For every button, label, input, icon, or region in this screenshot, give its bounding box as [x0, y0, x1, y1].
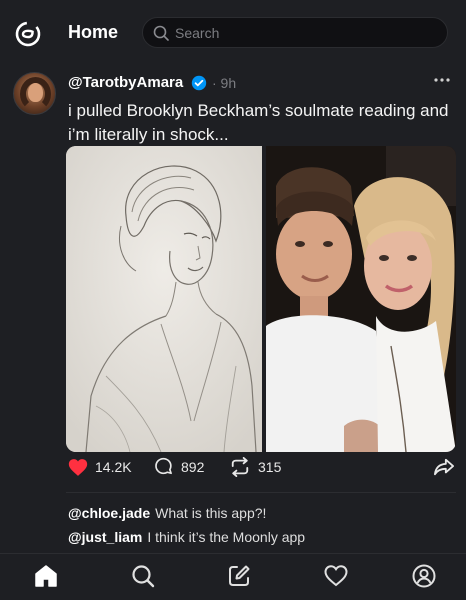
like-button[interactable]: 14.2K [68, 455, 132, 479]
heart-filled-icon [68, 458, 88, 476]
search-icon [153, 25, 169, 41]
comment-text: I think it’s the Moonly app [147, 529, 306, 545]
compose-icon[interactable] [226, 563, 252, 589]
avatar[interactable] [13, 72, 56, 115]
search-input[interactable] [175, 18, 435, 47]
comment-text: What is this app?! [155, 505, 267, 521]
post-image-sketch[interactable] [66, 146, 262, 452]
verified-badge-icon [191, 75, 207, 96]
search-icon[interactable] [130, 563, 156, 589]
post-time: · 9h [212, 75, 237, 91]
post-actions: 14.2K 892 315 [0, 455, 466, 481]
like-count: 14.2K [95, 459, 132, 475]
navbar-divider [0, 553, 466, 554]
post-text: i pulled Brooklyn Beckham’s soulmate rea… [68, 101, 449, 144]
share-button[interactable] [433, 455, 455, 479]
more-dots-icon[interactable] [434, 72, 450, 93]
post-author[interactable]: @TarotbyAmara [68, 74, 183, 91]
post-image-photo[interactable] [266, 146, 456, 452]
repost-count: 315 [258, 459, 282, 475]
divider [66, 492, 456, 493]
page-title: Home [68, 22, 119, 42]
reply-count: 892 [181, 459, 205, 475]
activity-heart-icon[interactable] [323, 563, 349, 589]
top-bar: Home [0, 0, 466, 62]
comment-bubble-icon [155, 457, 172, 475]
bottom-navbar [0, 555, 466, 600]
share-arrow-icon [433, 458, 454, 476]
repost-button[interactable]: 315 [229, 455, 281, 479]
profile-icon[interactable] [411, 563, 437, 589]
reply-button[interactable]: 892 [154, 455, 204, 479]
search-bar[interactable] [142, 17, 448, 48]
comment-item[interactable]: @chloe.jade What is this app?! [68, 505, 266, 521]
threads-logo-icon[interactable] [15, 20, 41, 48]
comment-item[interactable]: @just_liam I think it’s the Moonly app [68, 529, 305, 545]
home-icon[interactable] [33, 563, 59, 589]
repost-icon [231, 457, 249, 477]
comment-user[interactable]: @just_liam [68, 529, 142, 545]
comment-user[interactable]: @chloe.jade [68, 505, 150, 521]
